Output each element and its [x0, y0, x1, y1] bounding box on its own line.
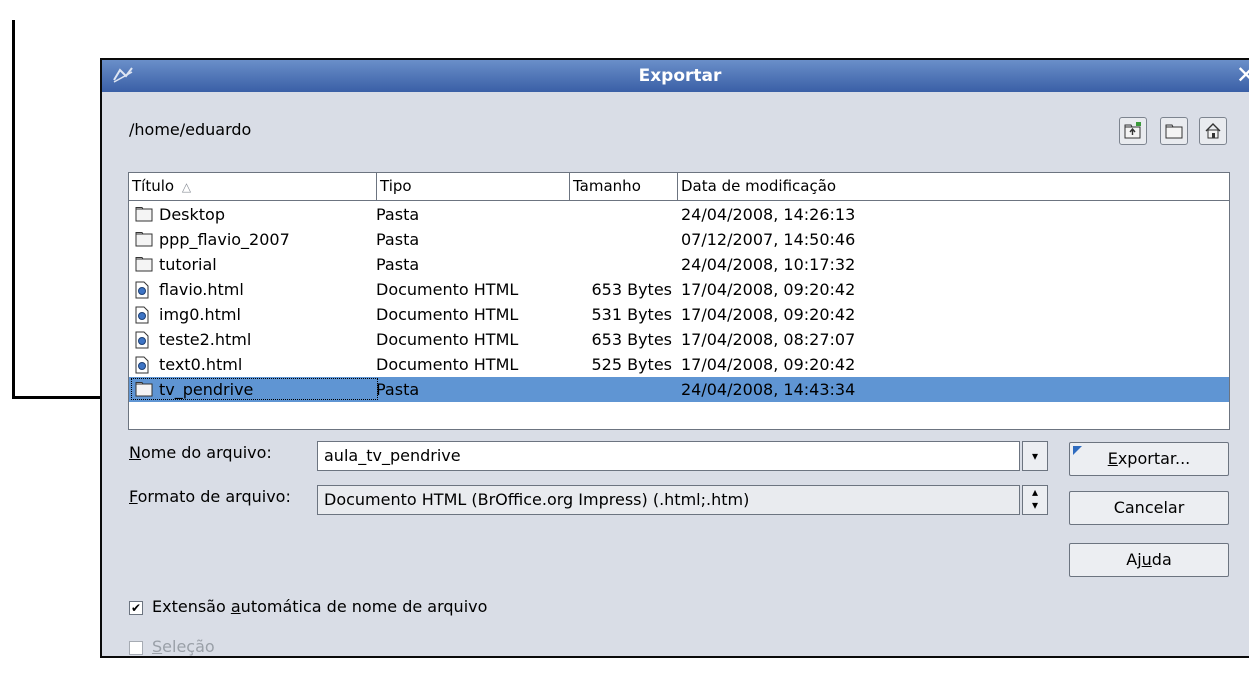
filename-label: Nome do arquivo: [129, 443, 272, 462]
export-button-label: xportar... [1117, 449, 1191, 468]
column-header-type[interactable]: Tipo [377, 173, 570, 200]
sort-ascending-icon: △ [181, 180, 192, 194]
auto-extension-text-end: utomática de nome de arquivo [240, 597, 488, 616]
folder-up-icon [1124, 122, 1141, 139]
filename-label-mnemonic: N [129, 443, 141, 462]
file-name: flavio.html [159, 280, 244, 299]
file-type: Pasta [376, 230, 420, 249]
file-row[interactable]: teste2.html Documento HTML 653 Bytes 17/04/… [129, 327, 1229, 352]
checkmark-icon: ✔ [130, 601, 142, 615]
help-button-label-start: Aj [1126, 550, 1142, 569]
file-date: 17/04/2008, 09:20:42 [681, 305, 856, 324]
file-type: Pasta [376, 255, 420, 274]
format-label-mnemonic: F [129, 487, 138, 506]
help-button-mnemonic: u [1141, 550, 1152, 569]
file-row[interactable]: flavio.html Documento HTML 653 Bytes 17/04/… [129, 277, 1229, 302]
file-name: text0.html [159, 355, 243, 374]
selection-label: Seleção [152, 637, 215, 656]
new-folder-icon [1165, 124, 1183, 139]
folder-up-button[interactable] [1119, 117, 1147, 145]
spinner-arrows-icon: ▴ ▾ [1031, 485, 1039, 512]
file-row[interactable]: ppp_flavio_2007 Pasta 07/12/2007, 14:50:46 [129, 227, 1229, 252]
column-header-date[interactable]: Data de modificação [678, 173, 1229, 200]
file-type: Documento HTML [376, 355, 519, 374]
export-button-mnemonic: E [1107, 449, 1118, 468]
annotation-arrow-shaft [12, 396, 104, 399]
file-list-header: Título △ Tipo Tamanho Data de modificaçã… [129, 173, 1229, 201]
auto-extension-text-start: Extensão [152, 597, 231, 616]
file-format-spinner[interactable]: ▴ ▾ [1022, 485, 1048, 515]
auto-extension-label: Extensão automática de nome de arquivo [152, 597, 487, 616]
file-name: Desktop [159, 205, 225, 224]
dialog-title: Exportar [638, 66, 722, 86]
selection-mnemonic: S [152, 637, 163, 656]
file-type: Documento HTML [376, 305, 519, 324]
home-button[interactable] [1199, 117, 1227, 145]
file-row[interactable]: tv_pendrive Pasta 24/04/2008, 14:43:34 [129, 377, 1229, 402]
file-size: 525 Bytes [591, 355, 672, 374]
help-button-label-end: da [1151, 550, 1172, 569]
auto-extension-checkbox[interactable]: ✔ [129, 601, 143, 615]
file-list[interactable]: Título △ Tipo Tamanho Data de modificaçã… [128, 172, 1230, 430]
file-date: 24/04/2008, 14:43:34 [681, 380, 856, 399]
filename-input[interactable]: aula_tv_pendrive [317, 441, 1020, 471]
annotation-arrow-line [12, 20, 15, 398]
file-row[interactable]: Desktop Pasta 24/04/2008, 14:26:13 [129, 202, 1229, 227]
folder-icon [135, 206, 153, 226]
filename-history-dropdown[interactable]: ▾ [1022, 441, 1048, 471]
column-header-title-label: Título [132, 177, 175, 195]
title-bar[interactable]: Exportar ✕ [102, 60, 1249, 92]
folder-icon [135, 256, 153, 276]
file-row[interactable]: img0.html Documento HTML 531 Bytes 17/04/20… [129, 302, 1229, 327]
file-date: 17/04/2008, 09:20:42 [681, 355, 856, 374]
format-label: Formato de arquivo: [129, 487, 291, 506]
file-size: 531 Bytes [591, 305, 672, 324]
file-name: img0.html [159, 305, 241, 324]
html-document-icon [135, 331, 149, 353]
current-path: /home/eduardo [129, 120, 252, 139]
cancel-button[interactable]: Cancelar [1069, 491, 1229, 525]
html-document-icon [135, 306, 149, 328]
selection-checkbox[interactable] [129, 641, 143, 655]
file-type: Pasta [376, 380, 420, 399]
default-button-marker [1073, 446, 1082, 455]
file-date: 24/04/2008, 14:26:13 [681, 205, 856, 224]
close-icon[interactable]: ✕ [1236, 61, 1249, 89]
home-icon [1205, 123, 1221, 139]
html-document-icon [135, 281, 149, 303]
file-date: 24/04/2008, 10:17:32 [681, 255, 856, 274]
file-name: ppp_flavio_2007 [159, 230, 290, 249]
folder-icon [135, 381, 153, 401]
export-button[interactable]: Exportar... [1069, 442, 1229, 476]
file-row[interactable]: text0.html Documento HTML 525 Bytes 17/04/2… [129, 352, 1229, 377]
file-format-select[interactable]: Documento HTML (BrOffice.org Impress) (.… [317, 485, 1020, 515]
html-document-icon [135, 356, 149, 378]
file-type: Documento HTML [376, 330, 519, 349]
folder-icon [135, 231, 153, 251]
format-label-text: ormato de arquivo: [137, 487, 291, 506]
help-button[interactable]: Ajuda [1069, 543, 1229, 577]
file-row[interactable]: tutorial Pasta 24/04/2008, 10:17:32 [129, 252, 1229, 277]
chevron-down-icon: ▾ [1031, 449, 1039, 463]
new-folder-button[interactable] [1160, 117, 1188, 145]
file-size: 653 Bytes [591, 280, 672, 299]
column-header-size[interactable]: Tamanho [570, 173, 678, 200]
auto-extension-mnemonic: a [230, 597, 241, 616]
filename-label-text: ome do arquivo: [140, 443, 272, 462]
column-header-title[interactable]: Título △ [129, 173, 377, 200]
file-date: 07/12/2007, 14:50:46 [681, 230, 856, 249]
file-date: 17/04/2008, 08:27:07 [681, 330, 856, 349]
file-date: 17/04/2008, 09:20:42 [681, 280, 856, 299]
export-dialog: Exportar ✕ /home/eduardo Título △ Tipo T… [100, 58, 1249, 658]
file-type: Documento HTML [376, 280, 519, 299]
selection-text: eleção [162, 637, 215, 656]
file-name: tv_pendrive [159, 380, 254, 399]
file-name: teste2.html [159, 330, 252, 349]
file-type: Pasta [376, 205, 420, 224]
file-size: 653 Bytes [591, 330, 672, 349]
file-name: tutorial [159, 255, 217, 274]
